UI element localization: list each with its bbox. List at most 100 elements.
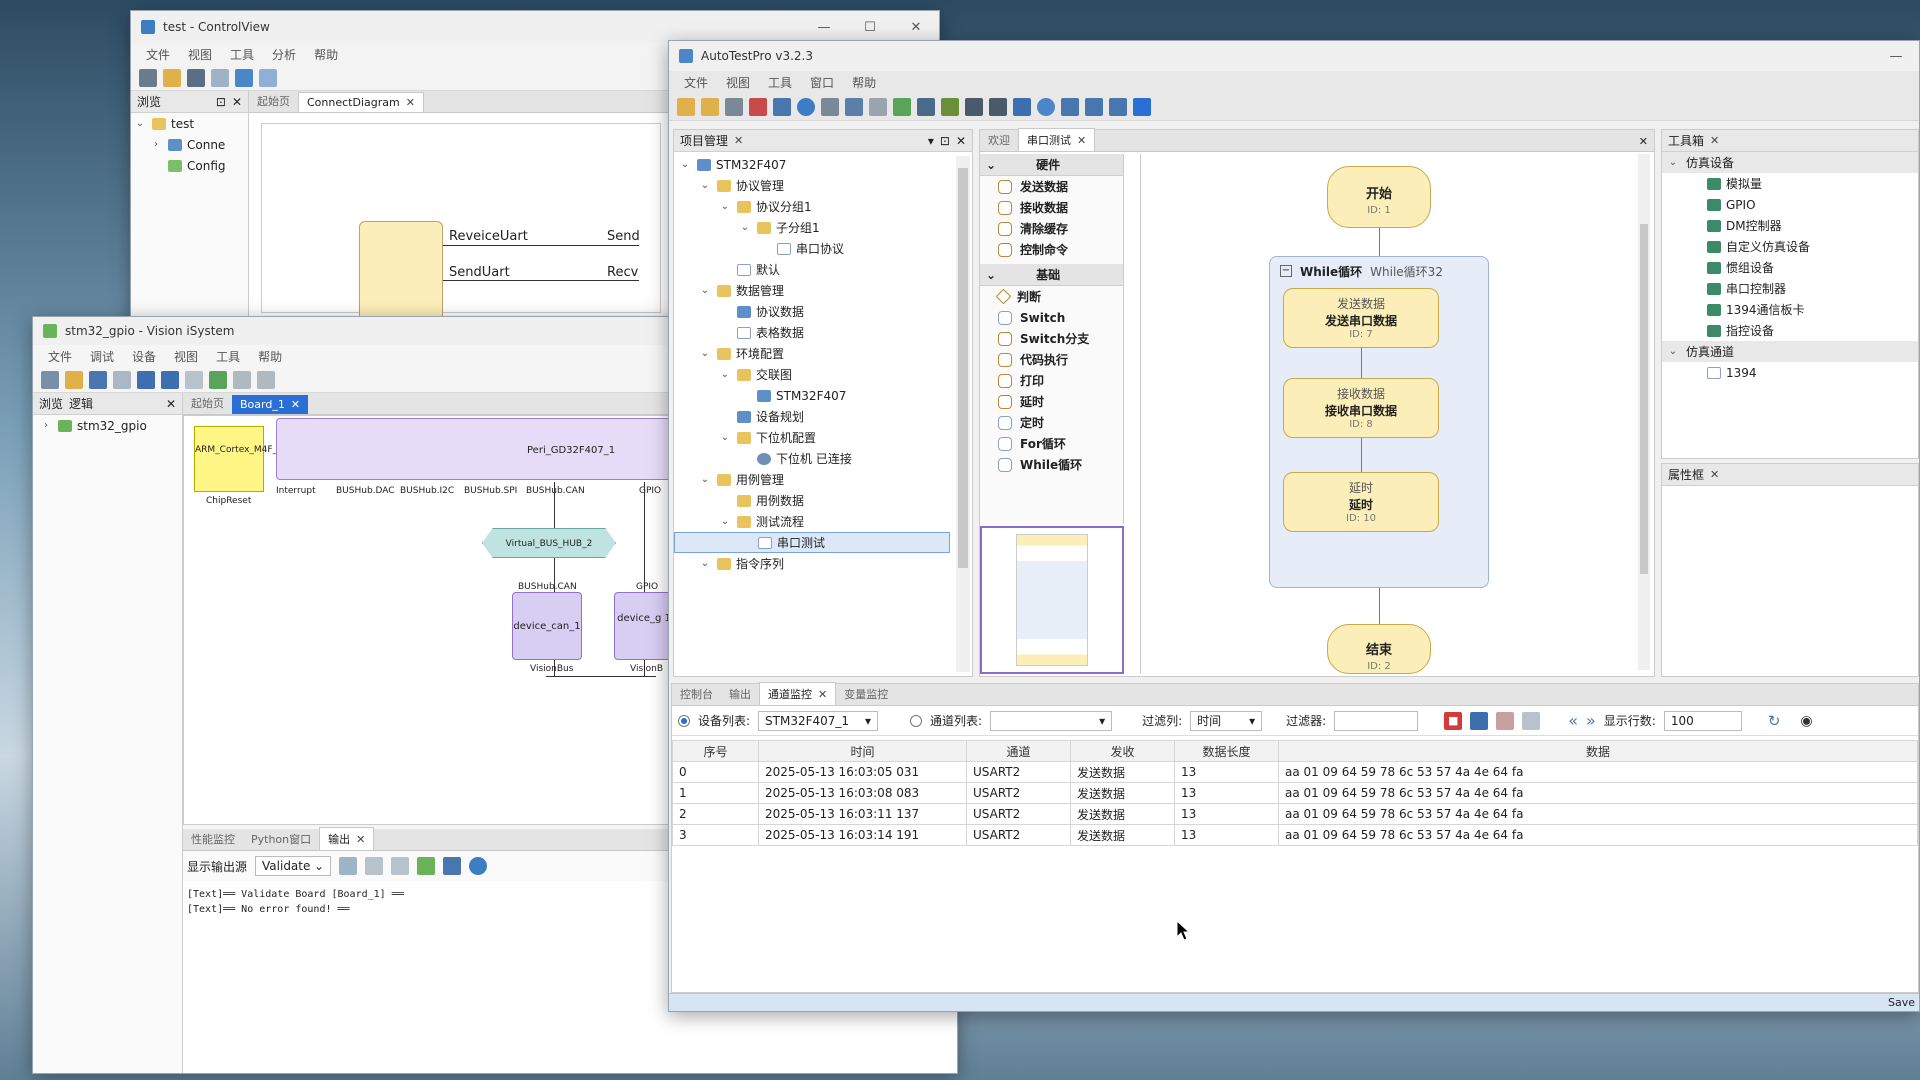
tab-start[interactable]: 起始页: [183, 392, 232, 414]
tree-item[interactable]: ⌄ 子分组1: [674, 217, 950, 238]
chevron-right-icon[interactable]: ›: [39, 420, 53, 431]
menu-file[interactable]: 文件: [39, 348, 81, 365]
variable-icon[interactable]: [869, 97, 887, 116]
close-icon[interactable]: ✕: [232, 95, 242, 109]
chevron-down-icon[interactable]: ⌄: [718, 516, 732, 527]
open-folder-icon[interactable]: [701, 97, 719, 116]
hub-block[interactable]: Virtual_BUS_HUB_2: [482, 528, 616, 558]
open-folder-icon[interactable]: [163, 68, 181, 87]
chart-icon[interactable]: [1109, 97, 1127, 116]
terminal-icon[interactable]: [1133, 97, 1151, 116]
chevron-down-icon[interactable]: ⌄: [718, 432, 732, 443]
stop-icon[interactable]: ■: [1444, 711, 1463, 730]
close-icon[interactable]: ✕: [1077, 134, 1086, 147]
device-can-block[interactable]: device_can_1: [512, 592, 582, 660]
device-list-radio[interactable]: [678, 714, 690, 727]
palette-group-basic[interactable]: ⌄ 基础: [980, 264, 1123, 286]
menu-file[interactable]: 文件: [675, 74, 717, 91]
toolbox-item[interactable]: 指控设备: [1662, 320, 1918, 341]
chevron-down-icon[interactable]: ⌄: [133, 118, 147, 129]
tree-item[interactable]: ⌄ STM32F407: [674, 154, 950, 175]
menu-help[interactable]: 帮助: [843, 74, 885, 91]
palette-item[interactable]: 延时: [980, 391, 1123, 412]
chevron-down-icon[interactable]: ⌄: [698, 180, 712, 191]
undo-icon[interactable]: [233, 370, 251, 389]
edit-icon[interactable]: [137, 370, 155, 389]
source-select[interactable]: Validate ⌄: [255, 856, 332, 876]
toolbox-group-devices[interactable]: ⌄ 仿真设备: [1662, 152, 1918, 173]
column-header[interactable]: 数据长度: [1174, 740, 1279, 762]
menu-analysis[interactable]: 分析: [263, 46, 305, 63]
palette-group-hardware[interactable]: ⌄ 硬件: [980, 154, 1123, 176]
debug-icon[interactable]: [941, 97, 959, 116]
scrollbar-thumb[interactable]: [958, 168, 968, 568]
dropdown-icon[interactable]: ▾: [928, 134, 934, 148]
new-icon[interactable]: [139, 68, 157, 87]
tree-item[interactable]: ⌄ 指令序列: [674, 553, 950, 574]
tab-browse[interactable]: 浏览: [39, 395, 63, 412]
toolbox-item[interactable]: 1394: [1662, 362, 1918, 383]
tab-console[interactable]: 控制台: [672, 683, 721, 705]
tree-item[interactable]: ⌄ 下位机配置: [674, 427, 950, 448]
save-icon[interactable]: [725, 97, 743, 116]
zoom-icon[interactable]: [161, 370, 179, 389]
column-header[interactable]: 数据: [1278, 740, 1918, 762]
close-icon[interactable]: ✕: [818, 688, 827, 701]
chevron-down-icon[interactable]: ⌄: [1666, 346, 1680, 357]
controlview-titlebar[interactable]: test - ControlView — ☐ ✕: [131, 11, 939, 43]
toolbox-item[interactable]: GPIO: [1662, 194, 1918, 215]
scrollbar-thumb[interactable]: [1640, 224, 1648, 574]
redo-icon[interactable]: [257, 370, 275, 389]
palette-item[interactable]: While循环: [980, 454, 1123, 475]
tree-item[interactable]: 协议数据: [674, 301, 950, 322]
filter-input[interactable]: [1334, 710, 1419, 731]
palette-item[interactable]: 定时: [980, 412, 1123, 433]
save-icon[interactable]: [89, 370, 107, 389]
tab-output[interactable]: 输出: [721, 683, 759, 705]
pin-icon[interactable]: ⊡: [940, 134, 950, 148]
toolbox-item[interactable]: 1394通信板卡: [1662, 299, 1918, 320]
chevron-down-icon[interactable]: ⌄: [698, 558, 712, 569]
new-icon[interactable]: [677, 97, 695, 116]
open-folder-icon[interactable]: [65, 370, 83, 389]
scrollbar[interactable]: [956, 156, 970, 672]
chevron-down-icon[interactable]: ⌄: [718, 201, 732, 212]
toolbox-item[interactable]: 串口控制器: [1662, 278, 1918, 299]
menu-view[interactable]: 视图: [717, 74, 759, 91]
minimap[interactable]: [980, 526, 1124, 674]
palette-item[interactable]: Switch: [980, 307, 1123, 328]
menu-view[interactable]: 视图: [179, 46, 221, 63]
menu-tools[interactable]: 工具: [759, 74, 801, 91]
chart-icon[interactable]: [1522, 711, 1541, 730]
pointer-icon[interactable]: [185, 370, 203, 389]
layers-icon[interactable]: [845, 97, 863, 116]
info-icon[interactable]: [469, 857, 488, 875]
toolbox-item[interactable]: 自定义仿真设备: [1662, 236, 1918, 257]
menu-view[interactable]: 视图: [165, 348, 207, 365]
menu-window[interactable]: 窗口: [801, 74, 843, 91]
network-icon[interactable]: [259, 68, 277, 87]
table-row[interactable]: 1 2025-05-13 16:03:08 083 USART2 发送数据 13…: [672, 782, 1918, 804]
maximize-icon[interactable]: ☐: [847, 20, 893, 35]
table-row[interactable]: 2 2025-05-13 16:03:11 137 USART2 发送数据 13…: [672, 803, 1918, 825]
camera-icon[interactable]: [1061, 97, 1079, 116]
tree-item[interactable]: 串口测试: [674, 532, 950, 553]
tree-item[interactable]: ⌄ 测试流程: [674, 511, 950, 532]
layout-icon[interactable]: [209, 370, 227, 389]
menu-help[interactable]: 帮助: [305, 46, 347, 63]
scrollbar[interactable]: [1638, 154, 1650, 670]
tab-python[interactable]: Python窗口: [243, 828, 319, 850]
minimize-icon[interactable]: —: [801, 20, 847, 35]
menu-help[interactable]: 帮助: [249, 348, 291, 365]
toolbox-item[interactable]: 模拟量: [1662, 173, 1918, 194]
diagram-node[interactable]: [359, 221, 443, 321]
device-icon[interactable]: [773, 97, 791, 116]
tree-item[interactable]: ⌄ 交联图: [674, 364, 950, 385]
prev-icon[interactable]: [365, 857, 384, 875]
flow-start-node[interactable]: 开始 ID: 1: [1327, 166, 1431, 228]
chevron-down-icon[interactable]: ⌄: [698, 348, 712, 359]
tree-item-test[interactable]: ⌄ test: [131, 113, 248, 134]
branch-icon[interactable]: [749, 97, 767, 116]
target-icon[interactable]: [113, 370, 131, 389]
core-block[interactable]: ARM_Cortex_M4F_Core_1: [194, 426, 308, 492]
